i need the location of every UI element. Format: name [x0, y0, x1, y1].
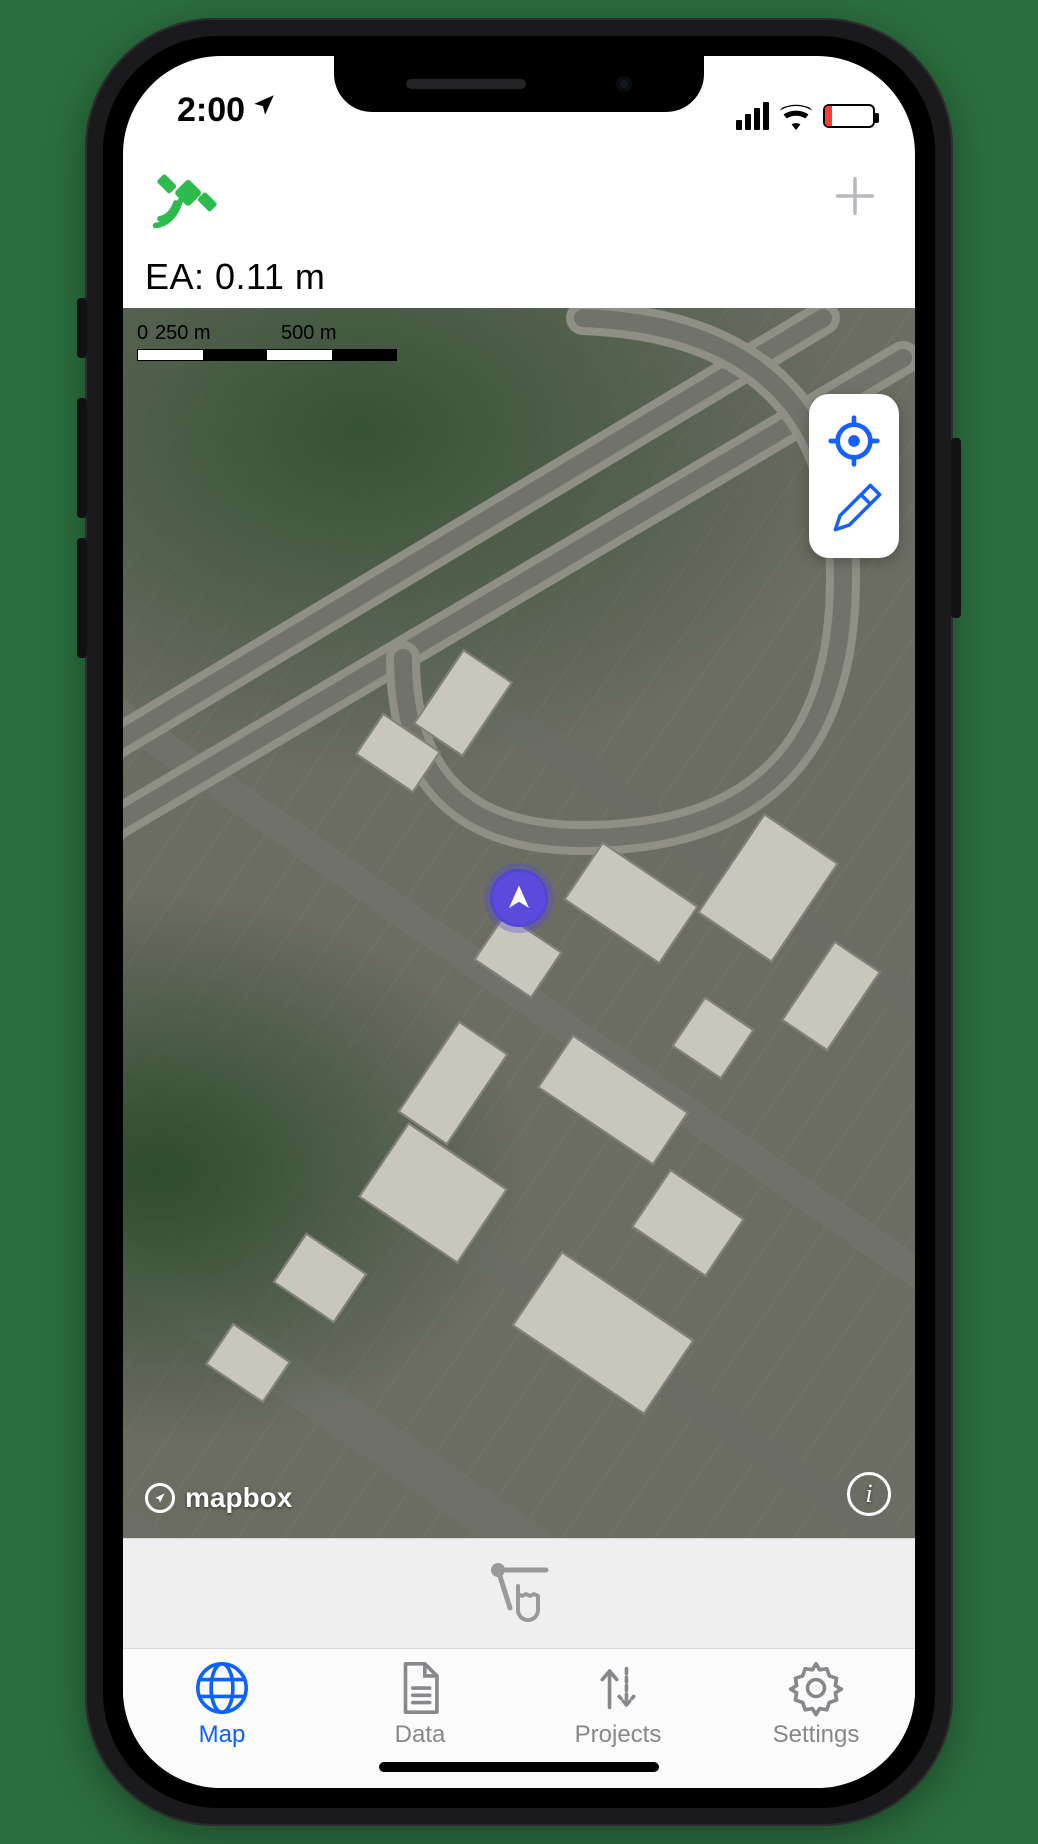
sync-arrows-icon: [589, 1659, 647, 1717]
tab-projects[interactable]: Projects: [519, 1659, 717, 1749]
mapbox-logo-icon: [145, 1483, 175, 1513]
location-services-icon: [251, 92, 277, 125]
scale-tick-1: 250 m: [155, 322, 281, 345]
capture-gesture-icon[interactable]: [476, 1556, 562, 1631]
map-attribution-label: mapbox: [185, 1482, 292, 1514]
add-button[interactable]: [823, 164, 887, 228]
screen: 2:00: [123, 56, 915, 1788]
globe-icon: [193, 1659, 251, 1717]
tab-settings[interactable]: Settings: [717, 1659, 915, 1749]
tab-map-label: Map: [199, 1721, 246, 1749]
draw-button[interactable]: [819, 476, 889, 546]
map-canvas[interactable]: 0 250 m 500 m: [123, 308, 915, 1538]
document-icon: [391, 1659, 449, 1717]
wifi-icon: [779, 102, 813, 130]
pencil-icon: [826, 483, 882, 539]
map-tools-panel: [809, 394, 899, 558]
tab-settings-label: Settings: [773, 1721, 860, 1749]
current-location-marker: [490, 869, 548, 927]
phone-frame: 2:00: [85, 18, 953, 1826]
cellular-signal-icon: [736, 102, 769, 130]
tab-data-label: Data: [395, 1721, 446, 1749]
tab-map[interactable]: Map: [123, 1659, 321, 1749]
crosshair-icon: [826, 413, 882, 469]
quick-capture-bar: [123, 1538, 915, 1648]
gps-satellite-icon[interactable]: [151, 158, 223, 235]
locate-button[interactable]: [819, 406, 889, 476]
battery-low-icon: [823, 104, 875, 128]
scale-tick-2: 500 m: [281, 322, 407, 345]
app-bar: [123, 136, 915, 256]
map-info-button[interactable]: i: [847, 1472, 891, 1516]
gear-icon: [787, 1659, 845, 1717]
notch: [334, 56, 704, 112]
status-time: 2:00: [177, 91, 245, 130]
home-indicator[interactable]: [379, 1762, 659, 1772]
accuracy-label: EA: 0.11 m: [123, 256, 915, 308]
tab-data[interactable]: Data: [321, 1659, 519, 1749]
scale-bar: 0 250 m 500 m: [137, 322, 407, 361]
map-attribution[interactable]: mapbox: [145, 1482, 292, 1514]
tab-projects-label: Projects: [575, 1721, 662, 1749]
scale-tick-0: 0: [137, 322, 155, 345]
